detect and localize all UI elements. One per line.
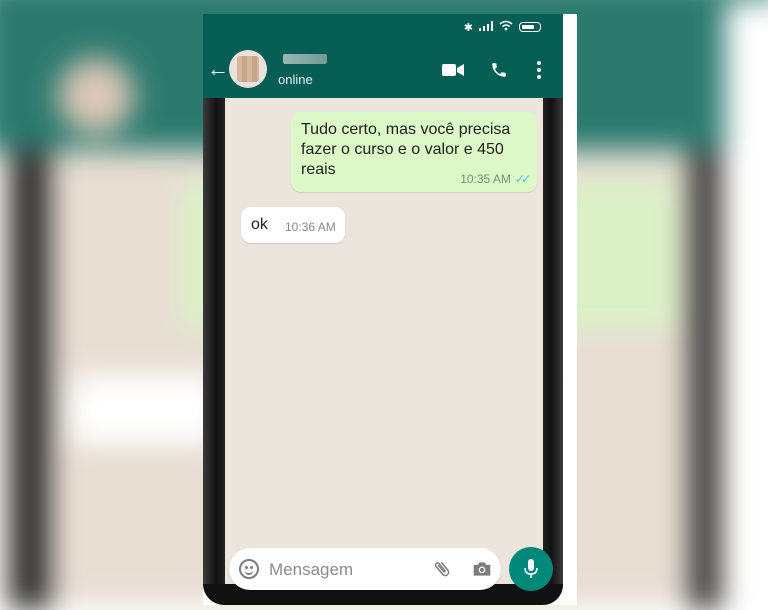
phone-frame-right	[543, 98, 563, 605]
bluetooth-icon: ✱	[463, 21, 473, 34]
chat-header: ← online	[203, 42, 563, 98]
message-text: Tudo certo, mas você precisa fazer o cur…	[301, 121, 511, 178]
back-arrow-icon[interactable]: ←	[207, 58, 229, 80]
outgoing-message[interactable]: Tudo certo, mas você precisa fazer o cur…	[291, 112, 537, 192]
microphone-icon[interactable]	[509, 547, 553, 591]
blurred-incoming-bubble	[70, 375, 220, 445]
phone-call-icon[interactable]	[485, 56, 513, 84]
more-vert-icon[interactable]	[525, 56, 553, 84]
pixelated-avatar-image	[237, 56, 259, 82]
message-input-bar	[229, 548, 501, 590]
message-time: 10:35 AM	[460, 172, 511, 186]
message-input[interactable]	[267, 556, 421, 584]
message-text: ok	[251, 216, 268, 233]
battery-icon	[519, 22, 541, 32]
status-bar: ✱	[203, 14, 563, 42]
blurred-avatar	[58, 58, 134, 134]
blurred-phone-frame-right	[690, 150, 720, 610]
blurred-phone-frame-left	[10, 150, 50, 610]
message-meta: 10:35 AM ✓✓	[460, 172, 531, 186]
video-call-icon[interactable]	[439, 56, 467, 84]
contact-avatar[interactable]	[229, 50, 267, 88]
read-ticks-icon: ✓✓	[514, 172, 531, 186]
contact-status: online	[278, 72, 313, 87]
status-icons: ✱	[464, 20, 541, 34]
message-time: 10:36 AM	[285, 220, 336, 234]
white-edge	[563, 14, 577, 605]
phone-frame-left	[203, 98, 225, 605]
blurred-white-edge	[725, 0, 768, 605]
wifi-icon	[499, 20, 513, 34]
emoji-icon[interactable]	[239, 559, 259, 579]
phone-screenshot: ✱ ← online Tudo certo, mas você precisa …	[203, 14, 577, 605]
camera-icon[interactable]	[471, 558, 493, 580]
signal-icon	[479, 20, 493, 34]
contact-name-redacted[interactable]	[283, 54, 327, 64]
paperclip-icon[interactable]	[431, 558, 453, 580]
incoming-message[interactable]: ok 10:36 AM	[241, 207, 345, 243]
